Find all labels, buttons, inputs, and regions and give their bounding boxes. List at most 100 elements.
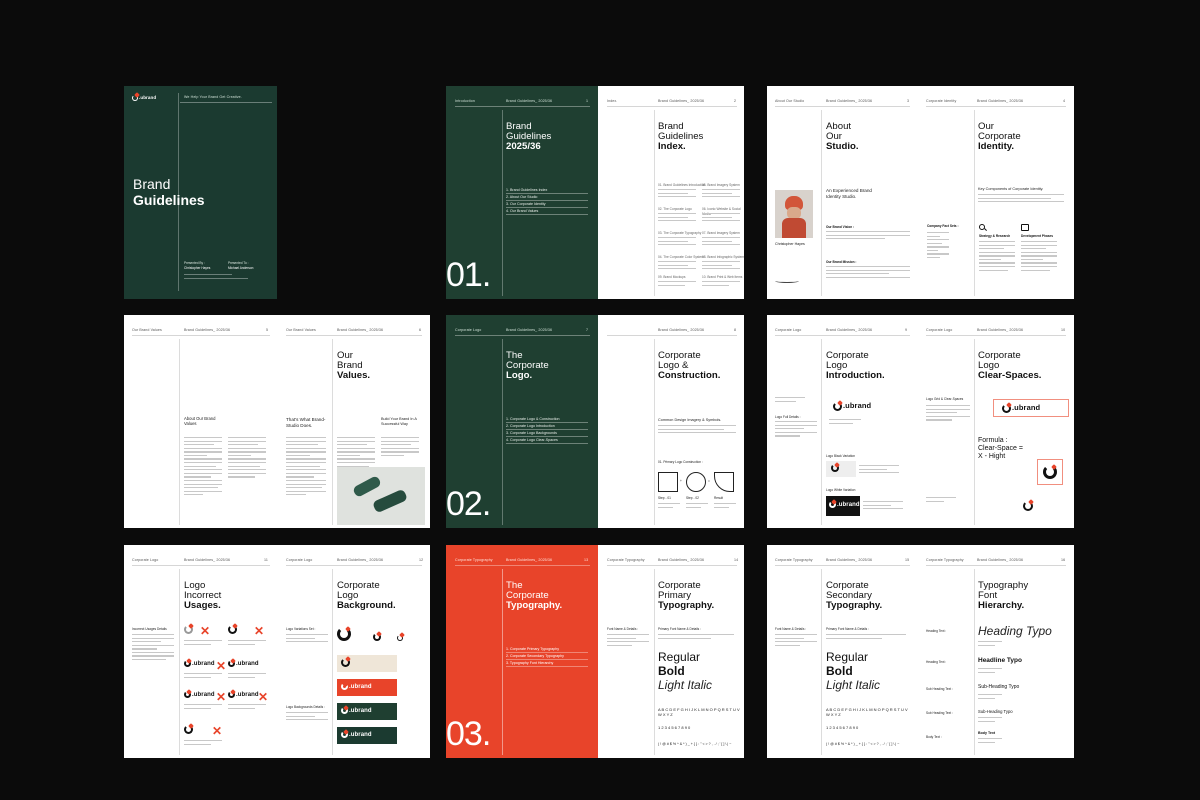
- toc-item[interactable]: 1. Corporate Logo & Construction: [506, 416, 588, 423]
- spread8-column-line: [821, 569, 822, 755]
- logo-details-lines: [775, 421, 817, 439]
- spread1-header-rule: [455, 106, 590, 107]
- ubrand-logo-icon: [228, 691, 235, 698]
- ubrand-logo-icon: [228, 660, 235, 667]
- spread1-header-doc: Brand Guidelines_ 2025/36: [506, 99, 553, 103]
- development-lines: [1021, 241, 1057, 273]
- toc-item[interactable]: 4. Our Brand Values: [506, 208, 588, 215]
- mission-text-lines: [826, 266, 910, 280]
- index-item[interactable]: 04. The Corporate Color System: [658, 255, 704, 260]
- thats-what-heading: That's What Brand-Studio Does.: [286, 417, 326, 428]
- index-item[interactable]: 08. Brand Infographic System: [702, 255, 744, 260]
- spread6-rule: [132, 565, 270, 566]
- spread3-page-number: 5: [266, 328, 269, 332]
- cover-tagline: We Help Your Brand Get Creative.: [184, 95, 242, 99]
- company-facts-label: Company Fact Sets :: [927, 224, 959, 228]
- primary-font-name-label: Primary Font Name & Details :: [658, 627, 702, 631]
- about-title: About Our Studio.: [826, 121, 859, 152]
- spread3-right-page: Our Brand Values Brand Guidelines_ 2025/…: [277, 315, 430, 528]
- font-name-label: Font Name & Details :: [775, 627, 807, 631]
- incorrect-x-icon: ✕: [200, 624, 211, 638]
- index-item[interactable]: 02. The Corporate Logo: [658, 207, 692, 212]
- spread5-header-doc: Brand Guidelines_ 2025/36: [826, 328, 873, 332]
- index-item[interactable]: 05. Brand Imagery System: [702, 183, 740, 188]
- development-label: Development Phases: [1021, 234, 1054, 238]
- brand-values-text-lines: [228, 437, 266, 480]
- spread2-right-header-doc: Brand Guidelines_ 2025/36: [977, 99, 1024, 103]
- spread8-header-section: Corporate Typography: [775, 558, 813, 562]
- brand-mission-label: Our Brand Mission :: [826, 260, 857, 264]
- spread8-left-page: Corporate Typography Brand Guidelines_ 2…: [767, 545, 917, 758]
- toc-item[interactable]: 2. About Our Studio: [506, 194, 588, 201]
- toc-item[interactable]: 2. Corporate Logo Introduction: [506, 423, 588, 430]
- plus-symbol: +: [680, 479, 682, 483]
- ubrand-logo-icon: [184, 660, 191, 667]
- spread1-header-section: Introduction: [455, 99, 475, 103]
- toc-item[interactable]: 3. Our Corporate Identity: [506, 201, 588, 208]
- font-sample-symbols: ( ! @ # $ % ^ & * ) _ + { } : " < > ? , …: [826, 742, 900, 746]
- incorrect-logo-2: [228, 625, 238, 634]
- spread5-right-header-section: Corporate Logo: [926, 328, 953, 332]
- spread2-right-header-section: Corporate Identity: [926, 99, 957, 103]
- index-desc-lines: [658, 281, 696, 288]
- spread3-header-doc: Brand Guidelines_ 2025/36: [184, 328, 231, 332]
- index-item[interactable]: 01. Brand Guidelines Introduction: [658, 183, 705, 188]
- toc-item[interactable]: 3. Corporate Logo Backgrounds: [506, 430, 588, 437]
- heading-text-label-2: Heading Text :: [926, 660, 947, 664]
- toc-item[interactable]: 1. Corporate Primary Typography: [506, 646, 588, 653]
- spread2-header-section: About Our Studio: [775, 99, 805, 103]
- clear-space-mark-grid: [1037, 459, 1063, 485]
- toc-item[interactable]: 2. Corporate Secondary Typography: [506, 653, 588, 660]
- spread7-right-header-section: Corporate Typography: [607, 558, 645, 562]
- incorrect-logo-4: .ubrand: [228, 660, 259, 667]
- index-desc-lines: [658, 237, 696, 248]
- spread5-column-line: [821, 339, 822, 525]
- ubrand-logo-icon: [1023, 501, 1033, 511]
- spread1-right-rule: [607, 106, 737, 107]
- cover-presented-by-label: Presented By :: [184, 261, 205, 265]
- font-sample-alphabet: A B C D E F G H I J K L M N O P Q R S T …: [826, 707, 908, 717]
- font-hierarchy-title: Typography Font Hierarchy.: [978, 580, 1029, 611]
- toc-item[interactable]: 3. Typography Font Hierarchy: [506, 660, 588, 667]
- spread3-header-section: Our Brand Values: [132, 328, 162, 332]
- spread1-right-page-number: 2: [734, 99, 737, 103]
- incorrect-x-icon: ✕: [254, 624, 265, 638]
- ubrand-logo-icon: [341, 658, 350, 667]
- spread8-right-page-number: 16: [1061, 558, 1066, 562]
- spread7-header-doc: Brand Guidelines_ 2025/36: [506, 558, 553, 562]
- spread6-header-section: Corporate Logo: [132, 558, 159, 562]
- key-components-heading: Key Components of Corporate Identity.: [978, 187, 1044, 191]
- toc-item[interactable]: 4. Corporate Logo Clear-Spaces: [506, 437, 588, 444]
- incorrect-logo-7: [184, 725, 194, 734]
- index-item[interactable]: 09. Brand Mockups: [658, 275, 685, 280]
- build-brand-heading: Build Your Brand In A Successful Way: [381, 417, 417, 426]
- index-item[interactable]: 07. Brand Imagery System: [702, 231, 740, 236]
- spread3-right-header-section: Our Brand Values: [286, 328, 316, 332]
- spread6-header-doc: Brand Guidelines_ 2025/36: [184, 558, 231, 562]
- bottle-left: [352, 475, 382, 498]
- logo-intro-title: Corporate Logo Introduction.: [826, 350, 885, 381]
- incorrect-logo-6: .ubrand: [228, 691, 259, 698]
- about-brand-values: About Our Brand Values: [184, 416, 216, 426]
- index-desc-lines: [658, 189, 696, 200]
- logo-on-red: .ubrand: [341, 683, 372, 690]
- construction-square-shape: [658, 472, 678, 492]
- index-item[interactable]: 03. The Corporate Typography: [658, 231, 701, 236]
- company-facts-lines: [927, 232, 949, 261]
- construction-result-shape: [714, 472, 734, 492]
- formula-line: Formula :: [978, 437, 1008, 444]
- spread5-right-page: Corporate Logo Brand Guidelines_ 2025/36…: [917, 315, 1074, 528]
- font-sample-light-italic: Light Italic: [658, 678, 713, 692]
- ubrand-logo-icon: [829, 501, 836, 508]
- spread8-page-number: 15: [905, 558, 910, 562]
- index-item[interactable]: 10. Brand Print & Web Items: [702, 275, 742, 280]
- spread4-right-page: Brand Guidelines_ 2025/36 8 Corporate Log…: [598, 315, 744, 528]
- toc-item[interactable]: 1. Brand Guidelines Index: [506, 187, 588, 194]
- formula-line: Clear-Space =: [978, 445, 1023, 452]
- corporate-logo-title: The Corporate Logo.: [506, 350, 549, 381]
- variation-logo-large: [337, 627, 352, 641]
- incorrect-desc-lines: [184, 673, 222, 680]
- build-brand-lines-2: [381, 437, 419, 458]
- cover-presented-to-label: Presented To :: [228, 261, 249, 265]
- step-label: Step - 02: [686, 496, 699, 500]
